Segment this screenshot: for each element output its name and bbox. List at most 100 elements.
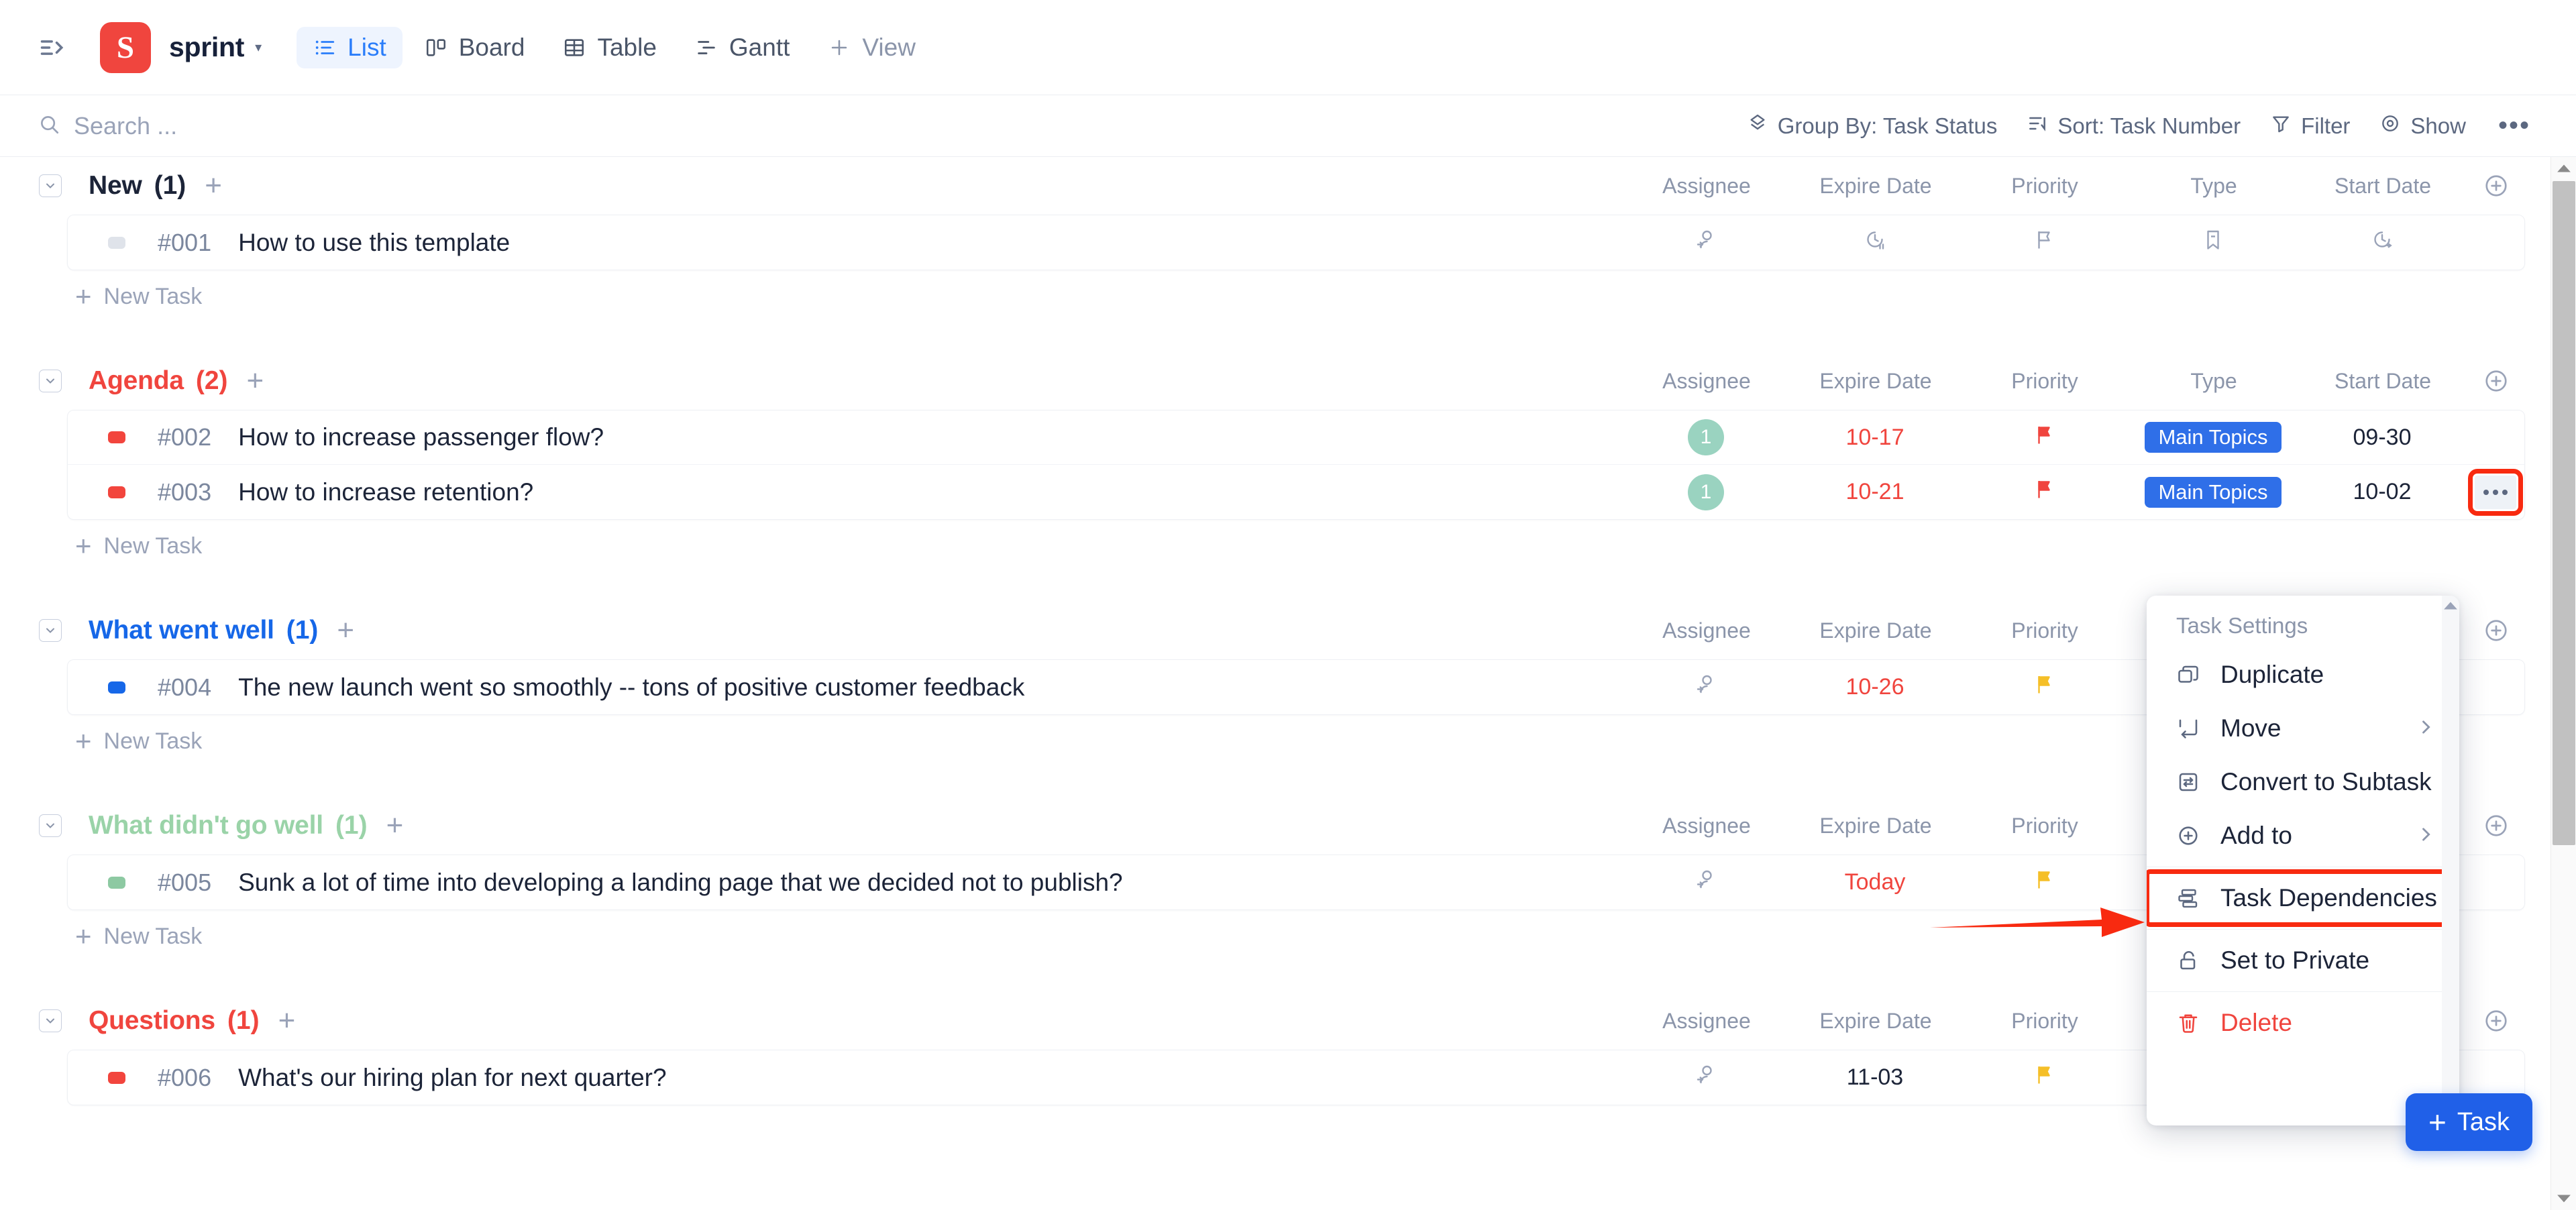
column-header-type[interactable]: Type [2129,174,2298,199]
column-header-assignee[interactable]: Assignee [1622,174,1791,199]
column-header-priority[interactable]: Priority [1960,814,2129,838]
cell-expire-date[interactable]: 10-17 [1790,425,1960,451]
show-button[interactable]: Show [2365,105,2481,147]
task-title[interactable]: How to increase passenger flow? [238,423,604,451]
cell-expire-date[interactable]: 11-03 [1790,1064,1960,1091]
menu-item-move[interactable]: Move [2147,702,2459,755]
filter-button[interactable]: Filter [2255,105,2365,147]
menu-item-add-to[interactable]: Add to [2147,809,2459,863]
group-add-task-icon[interactable]: + [386,811,404,840]
tab-add-view[interactable]: View [811,27,932,68]
menu-item-convert-to-subtask[interactable]: Convert to Subtask [2147,755,2459,809]
context-menu-scrollbar[interactable] [2442,596,2459,1125]
column-header-assignee[interactable]: Assignee [1622,369,1791,394]
cell-priority[interactable] [1960,672,2129,702]
chevron-down-icon[interactable] [39,174,62,197]
scroll-up-icon[interactable] [2443,601,2458,614]
project-caret-icon[interactable]: ▾ [255,39,262,56]
cell-start-date[interactable]: 10-02 [2298,479,2467,505]
tab-gantt[interactable]: Gantt [678,27,806,68]
table-row[interactable]: #003 How to increase retention? 1 10-21 [68,465,2524,519]
column-header-priority[interactable]: Priority [1960,1009,2129,1034]
cell-type[interactable] [2129,227,2298,258]
table-row[interactable]: #002 How to increase passenger flow? 1 1… [68,410,2524,465]
cell-expire-date[interactable] [1790,227,1960,258]
cell-type[interactable]: Main Topics [2129,422,2298,453]
column-header-expire-date[interactable]: Expire Date [1791,174,1960,199]
column-header-start-date[interactable]: Start Date [2298,369,2467,394]
cell-start-date[interactable] [2298,227,2467,258]
task-title[interactable]: How to increase retention? [238,478,533,506]
cell-expire-date[interactable]: Today [1790,869,1960,895]
menu-item-set-to-private[interactable]: Set to Private [2147,934,2459,987]
workspace-logo[interactable]: S [100,21,151,73]
row-actions[interactable] [2467,468,2524,516]
sort-button[interactable]: Sort: Task Number [2012,105,2255,147]
column-header-priority[interactable]: Priority [1960,369,2129,394]
row-more-button[interactable] [2468,468,2523,516]
table-row[interactable]: #001 How to use this template [68,215,2524,270]
cell-assignee[interactable] [1621,1062,1790,1093]
search-input[interactable] [74,111,476,140]
column-header-assignee[interactable]: Assignee [1622,814,1791,838]
cell-expire-date[interactable]: 10-26 [1790,674,1960,700]
group-add-task-icon[interactable]: + [337,616,354,645]
menu-item-duplicate[interactable]: Duplicate [2147,648,2459,702]
search-box[interactable] [38,111,476,140]
column-header-assignee[interactable]: Assignee [1622,1009,1791,1034]
cell-assignee[interactable]: 1 [1621,419,1790,455]
column-header-assignee[interactable]: Assignee [1622,618,1791,643]
column-header-priority[interactable]: Priority [1960,174,2129,199]
cell-priority[interactable] [1960,477,2129,507]
cell-assignee[interactable] [1621,867,1790,897]
column-header-type[interactable]: Type [2129,369,2298,394]
scroll-down-icon[interactable] [2551,1187,2576,1210]
column-header-start-date[interactable]: Start Date [2298,174,2467,199]
window-scrollbar[interactable] [2551,157,2576,1210]
add-column-icon[interactable] [2467,173,2525,199]
column-header-expire-date[interactable]: Expire Date [1791,814,1960,838]
column-header-expire-date[interactable]: Expire Date [1791,618,1960,643]
add-column-icon[interactable] [2467,618,2525,643]
project-name[interactable]: sprint [169,32,244,63]
scroll-up-icon[interactable] [2551,157,2576,180]
cell-priority[interactable] [1960,227,2129,258]
group-add-task-icon[interactable]: + [247,366,264,396]
task-title[interactable]: Sunk a lot of time into developing a lan… [238,869,1123,897]
column-header-expire-date[interactable]: Expire Date [1791,369,1960,394]
chevron-down-icon[interactable] [39,1009,62,1032]
cell-type[interactable]: Main Topics [2129,476,2298,508]
chevron-down-icon[interactable] [39,370,62,392]
toolbar-more-button[interactable]: ••• [2481,111,2548,141]
cell-priority[interactable] [1960,1062,2129,1093]
tab-board[interactable]: Board [408,27,541,68]
cell-priority[interactable] [1960,423,2129,453]
group-by-button[interactable]: Group By: Task Status [1732,105,2012,147]
add-column-icon[interactable] [2467,813,2525,838]
new-task-button[interactable]: + New Task [75,270,2551,323]
cell-priority[interactable] [1960,867,2129,897]
group-add-task-icon[interactable]: + [205,171,222,201]
column-header-expire-date[interactable]: Expire Date [1791,1009,1960,1034]
add-column-icon[interactable] [2467,368,2525,394]
task-title[interactable]: The new launch went so smoothly -- tons … [238,673,1024,702]
task-title[interactable]: How to use this template [238,229,510,257]
menu-item-task-dependencies[interactable]: Task Dependencies [2147,869,2459,927]
new-task-button[interactable]: + New Task [75,520,2551,572]
tab-list[interactable]: List [297,26,402,68]
chevron-down-icon[interactable] [39,619,62,642]
add-task-fab[interactable]: + Task [2405,1093,2532,1151]
tab-table[interactable]: Table [546,27,672,68]
cell-assignee[interactable] [1621,672,1790,702]
scrollbar-thumb[interactable] [2553,181,2575,845]
column-header-priority[interactable]: Priority [1960,618,2129,643]
add-column-icon[interactable] [2467,1008,2525,1034]
collapse-sidebar-icon[interactable] [32,27,74,68]
cell-expire-date[interactable]: 10-21 [1790,479,1960,505]
cell-start-date[interactable]: 09-30 [2298,425,2467,451]
menu-item-delete[interactable]: Delete [2147,996,2459,1050]
cell-assignee[interactable] [1621,227,1790,258]
chevron-down-icon[interactable] [39,814,62,837]
task-title[interactable]: What's our hiring plan for next quarter? [238,1064,666,1092]
cell-assignee[interactable]: 1 [1621,474,1790,510]
